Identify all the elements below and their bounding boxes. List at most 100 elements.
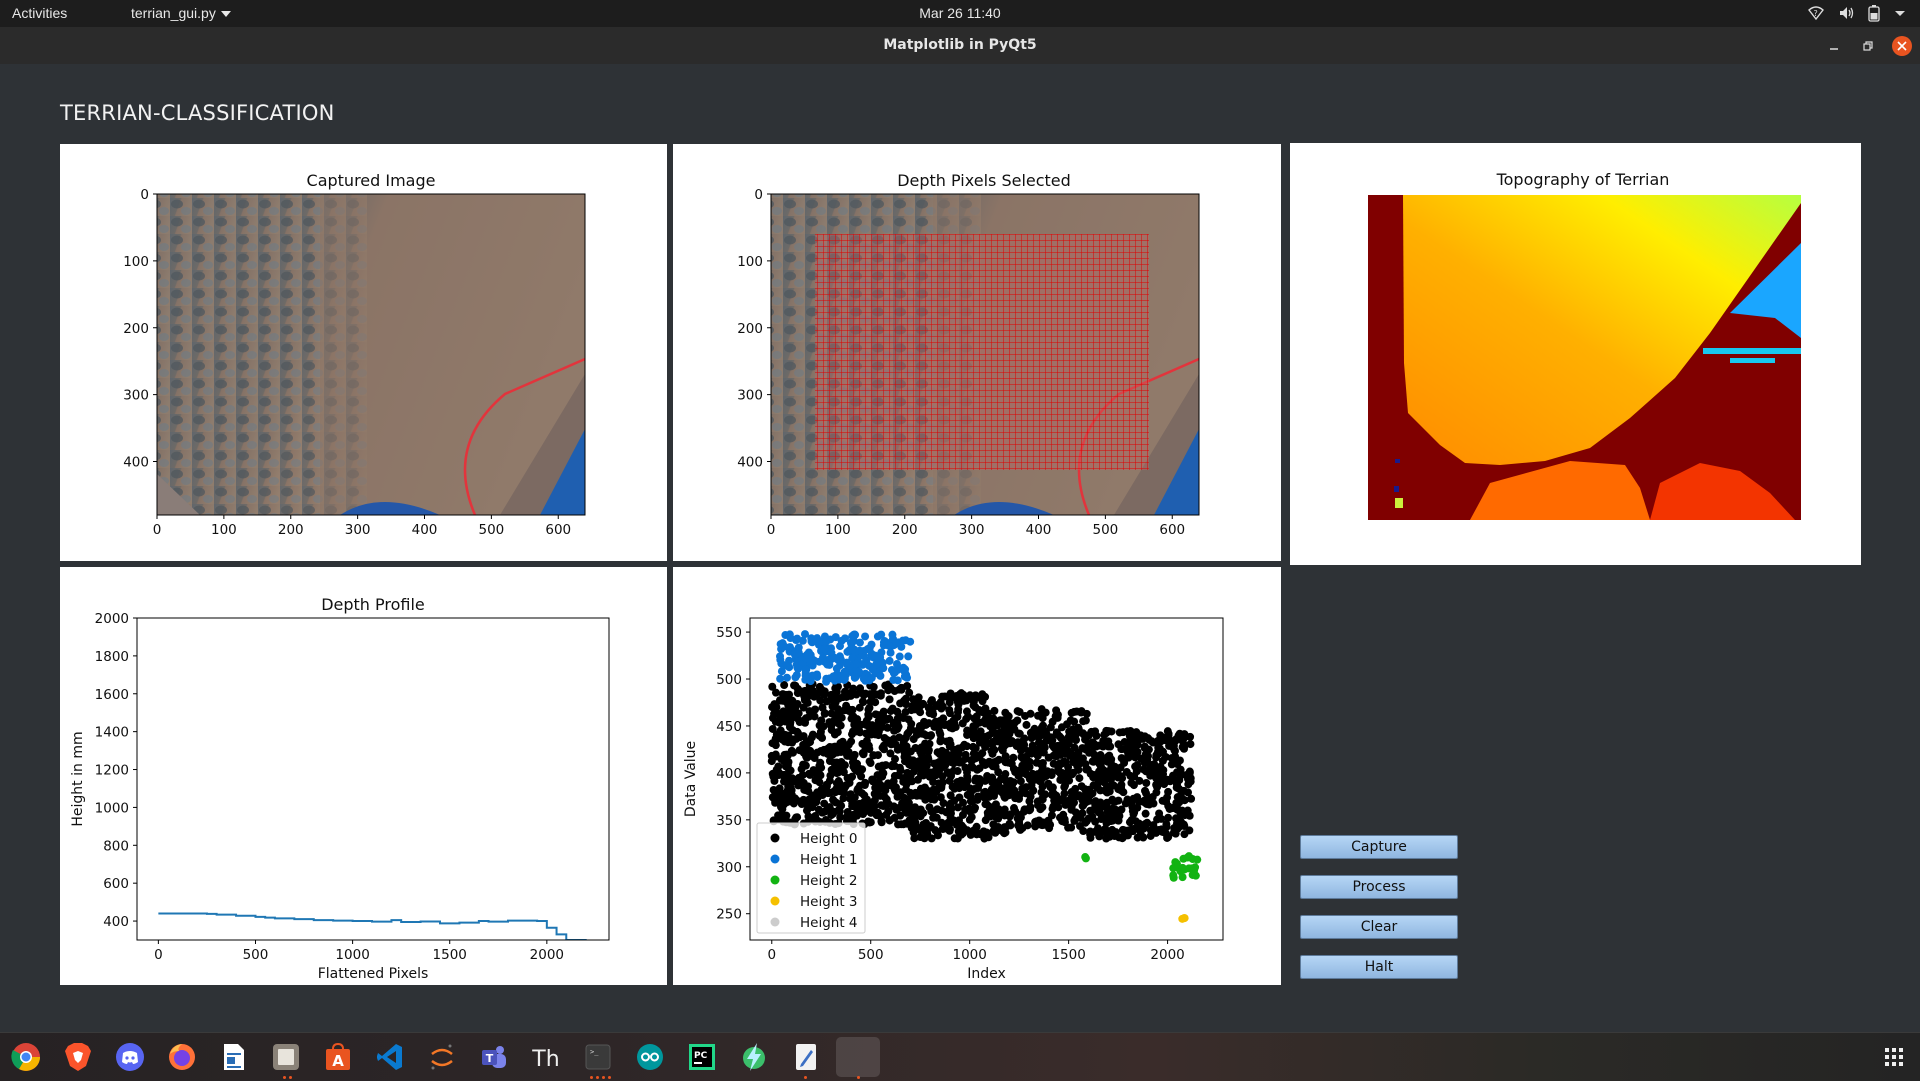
dock-terminal[interactable]: >_	[580, 1039, 616, 1075]
scatter-point-height-0	[1129, 794, 1138, 803]
scatter-point-height-0	[1023, 821, 1032, 830]
scatter-point-height-0	[878, 716, 887, 725]
scatter-point-height-0	[836, 739, 845, 748]
scatter-point-height-0	[785, 723, 794, 732]
scatter-point-height-0	[885, 816, 894, 825]
maximize-button[interactable]	[1858, 36, 1878, 56]
scatter-point-height-0	[953, 712, 962, 721]
scatter-point-height-0	[998, 746, 1007, 755]
scatter-point-height-0	[783, 751, 792, 760]
y-tick-label: 800	[103, 838, 129, 854]
scatter-point-height-0	[819, 784, 828, 793]
dock-brave[interactable]	[60, 1039, 96, 1075]
scatter-point-height-1	[850, 672, 859, 681]
scatter-point-height-0	[1104, 737, 1113, 746]
y-tick-label: 200	[123, 321, 149, 337]
dock-pycharm[interactable]: PC	[684, 1039, 720, 1075]
dock-thonny[interactable]: Th	[528, 1039, 564, 1075]
scatter-point-height-0	[1172, 778, 1181, 787]
scatter-point-height-0	[972, 712, 981, 721]
activities-button[interactable]: Activities	[12, 5, 67, 21]
scatter-point-height-0	[961, 778, 970, 787]
y-tick-label: 300	[123, 388, 149, 404]
scatter-point-height-0	[938, 692, 947, 701]
x-axis-label: Flattened Pixels	[318, 966, 429, 982]
legend-marker	[770, 854, 780, 864]
scatter-point-height-0	[945, 698, 954, 707]
scatter-point-height-0	[888, 760, 897, 769]
dock-power-app[interactable]	[736, 1039, 772, 1075]
scatter-point-height-0	[906, 771, 915, 780]
capture-button[interactable]: Capture	[1300, 835, 1458, 859]
scatter-point-height-0	[929, 791, 938, 800]
scatter-point-height-0	[939, 799, 948, 808]
scatter-point-height-0	[791, 712, 800, 721]
legend-label: Height 1	[800, 852, 858, 868]
process-button[interactable]: Process	[1300, 875, 1458, 899]
dock-files[interactable]	[268, 1039, 304, 1075]
show-applications-button[interactable]	[1876, 1039, 1912, 1075]
writer-icon	[224, 1044, 244, 1070]
scatter-point-height-1	[823, 660, 832, 669]
scatter-point-height-0	[1052, 791, 1061, 800]
scatter-point-height-0	[825, 757, 834, 766]
scatter-point-height-0	[954, 816, 963, 825]
dock-running-app[interactable]	[836, 1037, 880, 1077]
dock-discord[interactable]	[112, 1039, 148, 1075]
close-button[interactable]	[1892, 36, 1912, 56]
pycharm-icon: PC	[689, 1044, 715, 1070]
dock-writer[interactable]	[216, 1039, 252, 1075]
scatter-point-height-0	[933, 827, 942, 836]
depth-pixels-panel: Depth Pixels Selected 0 100 200 300 400 500 60…	[673, 144, 1281, 561]
scatter-point-height-1	[859, 674, 868, 683]
scatter-point-height-0	[993, 824, 1002, 833]
y-tick-label: 1200	[95, 763, 129, 779]
dock-chrome[interactable]	[8, 1039, 44, 1075]
dock-text-editor[interactable]	[788, 1039, 824, 1075]
dock-jupyter[interactable]	[424, 1039, 460, 1075]
dock-firefox[interactable]	[164, 1039, 200, 1075]
scatter-point-height-0	[964, 728, 973, 737]
chrome-icon	[11, 1043, 40, 1071]
scatter-point-height-0	[947, 818, 956, 827]
scatter-point-height-0	[1020, 805, 1029, 814]
svg-text:Th: Th	[532, 1047, 560, 1072]
clock[interactable]: Mar 26 11:40	[919, 5, 1000, 21]
scatter-point-height-0	[829, 749, 838, 758]
scatter-point-height-0	[1087, 727, 1096, 736]
halt-button[interactable]: Halt	[1300, 955, 1458, 979]
brave-icon	[65, 1043, 91, 1071]
scatter-point-height-0	[1104, 727, 1113, 736]
scatter-point-height-0	[1026, 709, 1035, 718]
svg-text:?: ?	[1814, 9, 1818, 18]
x-tick-label: 0	[153, 522, 162, 538]
y-tick-label: 550	[716, 625, 742, 641]
scatter-point-height-0	[1068, 752, 1077, 761]
minimize-button[interactable]	[1824, 36, 1844, 56]
system-tray[interactable]: ?	[1808, 4, 1906, 22]
clear-button[interactable]: Clear	[1300, 915, 1458, 939]
scatter-point-height-2	[1193, 855, 1202, 864]
scatter-point-height-0	[896, 766, 905, 775]
scatter-point-height-0	[1015, 707, 1024, 716]
scatter-point-height-0	[978, 749, 987, 758]
scatter-point-height-0	[1092, 742, 1101, 751]
dock-app-center[interactable]: A	[320, 1039, 356, 1075]
scatter-point-height-0	[1081, 716, 1090, 725]
scatter-point-height-0	[998, 789, 1007, 798]
scatter-point-height-0	[1086, 769, 1095, 778]
dock-teams[interactable]: T	[476, 1039, 512, 1075]
dock-vscode[interactable]	[372, 1039, 408, 1075]
scatter-point-height-0	[825, 776, 834, 785]
scatter-point-height-0	[1070, 816, 1079, 825]
y-tick-label: 200	[737, 321, 763, 337]
y-tick-label: 450	[716, 719, 742, 735]
scatter-point-height-0	[1131, 762, 1140, 771]
scatter-point-height-0	[1146, 831, 1155, 840]
topography-heatmap	[1368, 195, 1801, 520]
dock-arduino[interactable]	[632, 1039, 668, 1075]
scatter-point-height-0	[1103, 829, 1112, 838]
scatter-point-height-0	[947, 754, 956, 763]
app-menu[interactable]: terrian_gui.py	[131, 5, 231, 21]
svg-text:PC: PC	[694, 1051, 708, 1061]
